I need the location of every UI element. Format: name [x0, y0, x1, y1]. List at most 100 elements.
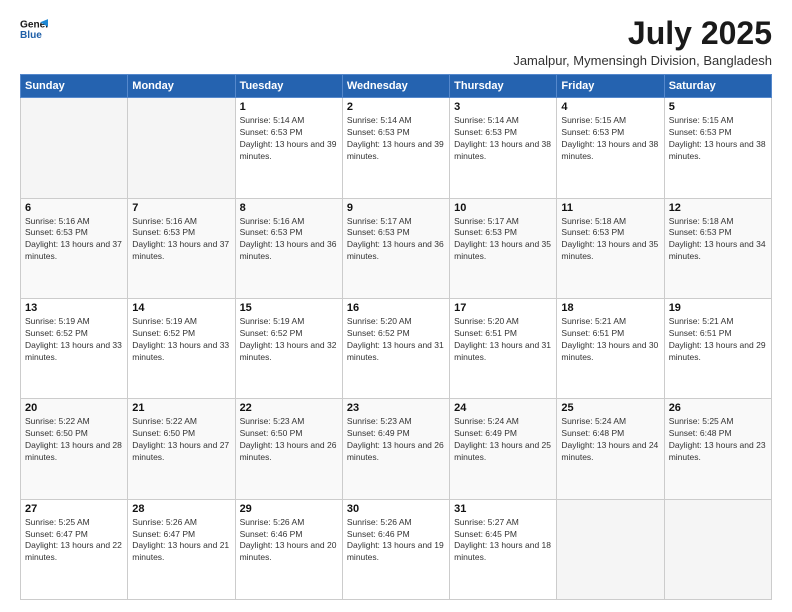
- logo: General Blue: [20, 16, 48, 44]
- day-detail: Sunrise: 5:17 AMSunset: 6:53 PMDaylight:…: [454, 216, 552, 264]
- calendar-cell: 19Sunrise: 5:21 AMSunset: 6:51 PMDayligh…: [664, 298, 771, 398]
- calendar-cell: [664, 499, 771, 599]
- day-number: 23: [347, 402, 445, 414]
- day-detail: Sunrise: 5:27 AMSunset: 6:45 PMDaylight:…: [454, 517, 552, 565]
- day-detail: Sunrise: 5:22 AMSunset: 6:50 PMDaylight:…: [132, 416, 230, 464]
- calendar-cell: 8 Sunrise: 5:16 AMSunset: 6:53 PMDaylight…: [235, 198, 342, 298]
- day-detail: Sunrise: 5:18 AMSunset: 6:53 PMDaylight:…: [669, 216, 767, 264]
- day-detail: Sunrise: 5:23 AMSunset: 6:49 PMDaylight:…: [347, 416, 445, 464]
- day-detail: Sunrise: 5:26 AMSunset: 6:46 PMDaylight:…: [240, 517, 338, 565]
- day-detail: Sunrise: 5:19 AMSunset: 6:52 PMDaylight:…: [25, 316, 123, 364]
- calendar-week-4: 20 Sunrise: 5:22 AMSunset: 6:50 PMDayligh…: [21, 399, 772, 499]
- header-row: Sunday Monday Tuesday Wednesday Thursday…: [21, 75, 772, 98]
- day-detail: Sunrise: 5:16 AMSunset: 6:53 PMDaylight:…: [240, 216, 338, 264]
- day-detail: Sunrise: 5:16 AMSunset: 6:53 PMDaylight:…: [25, 216, 123, 264]
- day-number: 13: [25, 302, 123, 314]
- day-number: 5: [669, 101, 767, 113]
- day-detail: Sunrise: 5:22 AMSunset: 6:50 PMDaylight:…: [25, 416, 123, 464]
- day-detail: Sunrise: 5:14 AMSunset: 6:53 PMDaylight:…: [454, 115, 552, 163]
- day-detail: Sunrise: 5:25 AMSunset: 6:48 PMDaylight:…: [669, 416, 767, 464]
- day-number: 14: [132, 302, 230, 314]
- day-number: 12: [669, 202, 767, 214]
- day-number: 1: [240, 101, 338, 113]
- main-title: July 2025: [513, 16, 772, 51]
- calendar-cell: 25 Sunrise: 5:24 AMSunset: 6:48 PMDayligh…: [557, 399, 664, 499]
- day-number: 27: [25, 503, 123, 515]
- calendar-cell: 27 Sunrise: 5:25 AMSunset: 6:47 PMDayligh…: [21, 499, 128, 599]
- day-detail: Sunrise: 5:16 AMSunset: 6:53 PMDaylight:…: [132, 216, 230, 264]
- calendar-week-1: 1 Sunrise: 5:14 AMSunset: 6:53 PMDaylight…: [21, 98, 772, 198]
- day-number: 20: [25, 402, 123, 414]
- day-detail: Sunrise: 5:20 AMSunset: 6:52 PMDaylight:…: [347, 316, 445, 364]
- calendar-header: Sunday Monday Tuesday Wednesday Thursday…: [21, 75, 772, 98]
- calendar-cell: 14Sunrise: 5:19 AMSunset: 6:52 PMDayligh…: [128, 298, 235, 398]
- day-number: 21: [132, 402, 230, 414]
- day-detail: Sunrise: 5:17 AMSunset: 6:53 PMDaylight:…: [347, 216, 445, 264]
- calendar-cell: 10 Sunrise: 5:17 AMSunset: 6:53 PMDayligh…: [450, 198, 557, 298]
- calendar-cell: 23 Sunrise: 5:23 AMSunset: 6:49 PMDayligh…: [342, 399, 449, 499]
- calendar-cell: 29 Sunrise: 5:26 AMSunset: 6:46 PMDayligh…: [235, 499, 342, 599]
- day-detail: Sunrise: 5:26 AMSunset: 6:47 PMDaylight:…: [132, 517, 230, 565]
- calendar-week-3: 13 Sunrise: 5:19 AMSunset: 6:52 PMDayligh…: [21, 298, 772, 398]
- header-wednesday: Wednesday: [342, 75, 449, 98]
- day-number: 30: [347, 503, 445, 515]
- day-detail: Sunrise: 5:24 AMSunset: 6:48 PMDaylight:…: [561, 416, 659, 464]
- day-detail: Sunrise: 5:18 AMSunset: 6:53 PMDaylight:…: [561, 216, 659, 264]
- day-detail: Sunrise: 5:24 AMSunset: 6:49 PMDaylight:…: [454, 416, 552, 464]
- day-number: 7: [132, 202, 230, 214]
- day-detail: Sunrise: 5:14 AMSunset: 6:53 PMDaylight:…: [347, 115, 445, 163]
- calendar-cell: 22 Sunrise: 5:23 AMSunset: 6:50 PMDayligh…: [235, 399, 342, 499]
- calendar-cell: 16 Sunrise: 5:20 AMSunset: 6:52 PMDayligh…: [342, 298, 449, 398]
- calendar-cell: 17Sunrise: 5:20 AMSunset: 6:51 PMDayligh…: [450, 298, 557, 398]
- calendar-cell: 9 Sunrise: 5:17 AMSunset: 6:53 PMDaylight…: [342, 198, 449, 298]
- day-detail: Sunrise: 5:25 AMSunset: 6:47 PMDaylight:…: [25, 517, 123, 565]
- day-number: 29: [240, 503, 338, 515]
- calendar-cell: 21 Sunrise: 5:22 AMSunset: 6:50 PMDayligh…: [128, 399, 235, 499]
- day-detail: Sunrise: 5:15 AMSunset: 6:53 PMDaylight:…: [669, 115, 767, 163]
- calendar-cell: [128, 98, 235, 198]
- calendar-cell: 1 Sunrise: 5:14 AMSunset: 6:53 PMDaylight…: [235, 98, 342, 198]
- header-sunday: Sunday: [21, 75, 128, 98]
- day-detail: Sunrise: 5:20 AMSunset: 6:51 PMDaylight:…: [454, 316, 552, 364]
- day-number: 18: [561, 302, 659, 314]
- day-number: 4: [561, 101, 659, 113]
- calendar-cell: 2Sunrise: 5:14 AMSunset: 6:53 PMDaylight…: [342, 98, 449, 198]
- day-number: 3: [454, 101, 552, 113]
- day-number: 22: [240, 402, 338, 414]
- day-number: 24: [454, 402, 552, 414]
- calendar-body: 1 Sunrise: 5:14 AMSunset: 6:53 PMDaylight…: [21, 98, 772, 600]
- header-monday: Monday: [128, 75, 235, 98]
- title-block: July 2025 Jamalpur, Mymensingh Division,…: [513, 16, 772, 68]
- logo-icon: General Blue: [20, 16, 48, 44]
- calendar-cell: 30Sunrise: 5:26 AMSunset: 6:46 PMDayligh…: [342, 499, 449, 599]
- calendar-cell: [557, 499, 664, 599]
- day-number: 9: [347, 202, 445, 214]
- calendar-cell: 18 Sunrise: 5:21 AMSunset: 6:51 PMDayligh…: [557, 298, 664, 398]
- day-detail: Sunrise: 5:23 AMSunset: 6:50 PMDaylight:…: [240, 416, 338, 464]
- header-thursday: Thursday: [450, 75, 557, 98]
- day-number: 8: [240, 202, 338, 214]
- calendar-cell: 4 Sunrise: 5:15 AMSunset: 6:53 PMDaylight…: [557, 98, 664, 198]
- header-friday: Friday: [557, 75, 664, 98]
- calendar-cell: 31Sunrise: 5:27 AMSunset: 6:45 PMDayligh…: [450, 499, 557, 599]
- calendar-week-5: 27 Sunrise: 5:25 AMSunset: 6:47 PMDayligh…: [21, 499, 772, 599]
- calendar-cell: 20 Sunrise: 5:22 AMSunset: 6:50 PMDayligh…: [21, 399, 128, 499]
- subtitle: Jamalpur, Mymensingh Division, Banglades…: [513, 53, 772, 68]
- header-saturday: Saturday: [664, 75, 771, 98]
- day-number: 10: [454, 202, 552, 214]
- day-detail: Sunrise: 5:15 AMSunset: 6:53 PMDaylight:…: [561, 115, 659, 163]
- day-number: 28: [132, 503, 230, 515]
- day-detail: Sunrise: 5:19 AMSunset: 6:52 PMDaylight:…: [240, 316, 338, 364]
- day-detail: Sunrise: 5:21 AMSunset: 6:51 PMDaylight:…: [561, 316, 659, 364]
- day-number: 11: [561, 202, 659, 214]
- svg-text:Blue: Blue: [20, 30, 42, 41]
- day-number: 25: [561, 402, 659, 414]
- day-detail: Sunrise: 5:14 AMSunset: 6:53 PMDaylight:…: [240, 115, 338, 163]
- calendar-cell: 3 Sunrise: 5:14 AMSunset: 6:53 PMDaylight…: [450, 98, 557, 198]
- calendar-cell: 6Sunrise: 5:16 AMSunset: 6:53 PMDaylight…: [21, 198, 128, 298]
- calendar-cell: 5 Sunrise: 5:15 AMSunset: 6:53 PMDaylight…: [664, 98, 771, 198]
- calendar-cell: 11 Sunrise: 5:18 AMSunset: 6:53 PMDayligh…: [557, 198, 664, 298]
- calendar-cell: 12 Sunrise: 5:18 AMSunset: 6:53 PMDayligh…: [664, 198, 771, 298]
- calendar-week-2: 6Sunrise: 5:16 AMSunset: 6:53 PMDaylight…: [21, 198, 772, 298]
- day-number: 16: [347, 302, 445, 314]
